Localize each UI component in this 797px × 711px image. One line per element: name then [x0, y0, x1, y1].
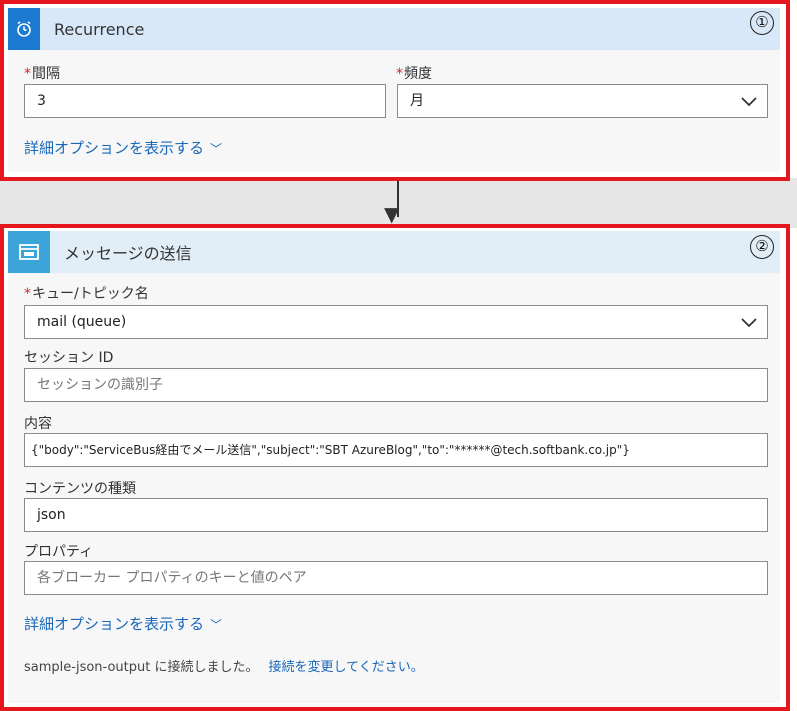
- highlight-frame-1: ①: [0, 0, 790, 181]
- step-badge-1: ①: [750, 11, 774, 35]
- flow-arrow-icon: ▼: [384, 202, 400, 226]
- step-badge-2: ②: [750, 235, 774, 259]
- highlight-frame-2: ②: [0, 224, 790, 711]
